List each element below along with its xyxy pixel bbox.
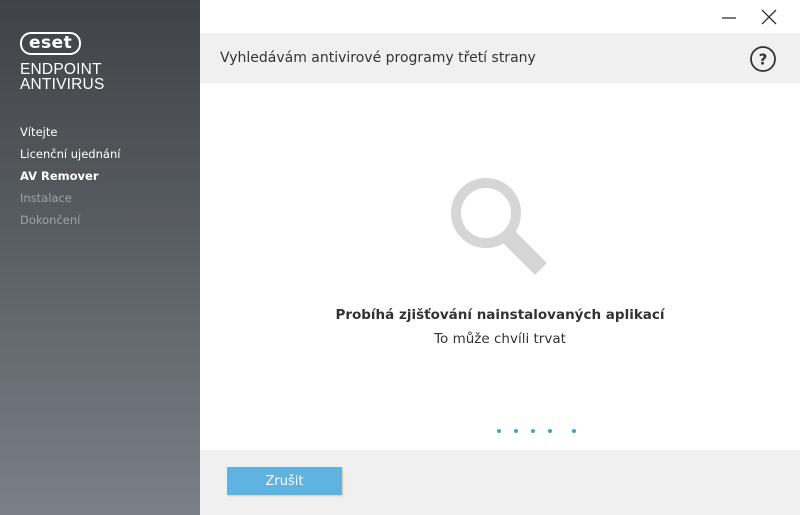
eset-logo: eset (20, 32, 82, 55)
svg-text:?: ? (759, 51, 768, 69)
step-av-remover: AV Remover (20, 169, 99, 183)
eset-logo-badge: eset (20, 32, 82, 55)
progress-dot (514, 429, 518, 433)
cancel-button[interactable]: Zrušit (227, 467, 342, 495)
help-button[interactable]: ? (749, 45, 777, 73)
step-welcome: Vítejte (20, 125, 58, 139)
status-title: Probíhá zjišťování nainstalovaných aplik… (335, 307, 665, 323)
step-install: Instalace (20, 191, 72, 205)
progress-dot (531, 429, 535, 433)
step-finish: Dokončení (20, 213, 81, 227)
footer-bar: Zrušit (200, 450, 800, 515)
page-title: Vyhledávám antivirové programy třetí str… (220, 50, 536, 66)
minimize-icon (722, 17, 736, 19)
product-name-line2: ANTIVIRUS (20, 76, 105, 93)
page-header: Vyhledávám antivirové programy třetí str… (200, 33, 800, 83)
main-content: Probíhá zjišťování nainstalovaných aplik… (200, 83, 800, 450)
close-icon (761, 9, 777, 25)
status-subtitle: To může chvíli trvat (434, 331, 566, 347)
close-button[interactable] (757, 6, 781, 28)
wizard-steps: Vítejte Licenční ujednání AV Remover Ins… (20, 121, 120, 231)
sidebar: eset ENDPOINT ANTIVIRUS Vítejte Licenční… (0, 0, 200, 515)
step-license: Licenční ujednání (20, 147, 121, 161)
progress-dot (572, 429, 576, 433)
progress-dot (497, 429, 501, 433)
minimize-button[interactable] (717, 6, 741, 28)
product-name-line1: ENDPOINT (20, 61, 102, 78)
product-name: ENDPOINT ANTIVIRUS (20, 61, 190, 93)
magnifier-icon (451, 178, 548, 276)
help-icon: ? (750, 46, 776, 72)
title-bar (200, 0, 800, 33)
progress-dot (548, 429, 552, 433)
